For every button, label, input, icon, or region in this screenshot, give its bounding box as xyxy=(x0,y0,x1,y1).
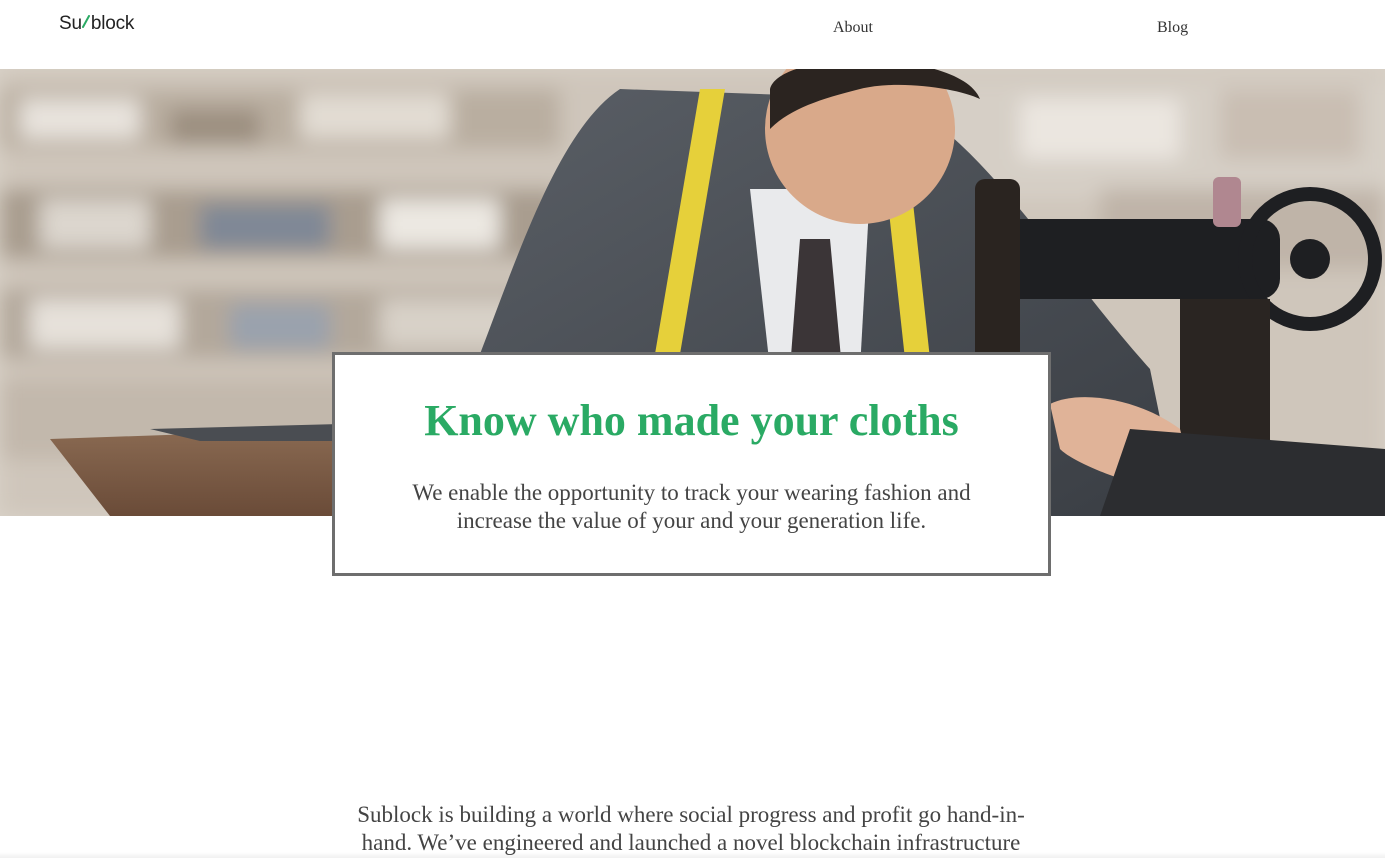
logo[interactable]: Su block xyxy=(59,13,134,35)
logo-suffix: block xyxy=(90,13,135,34)
nav-link-blog[interactable]: Blog xyxy=(1157,19,1188,37)
top-navigation-bar: Su block About Blog xyxy=(0,0,1385,69)
hero-description: We enable the opportunity to track your … xyxy=(412,480,971,533)
nav-link-about[interactable]: About xyxy=(833,19,873,37)
logo-leaf-icon xyxy=(81,13,90,28)
about-paragraph: Sublock is building a world where social… xyxy=(357,802,1025,855)
hero-title: Know who made your cloths xyxy=(424,396,959,445)
bottom-shadow xyxy=(0,852,1385,858)
hero-card: Know who made your cloths We enable the … xyxy=(332,352,1051,576)
logo-prefix: Su xyxy=(59,13,82,34)
